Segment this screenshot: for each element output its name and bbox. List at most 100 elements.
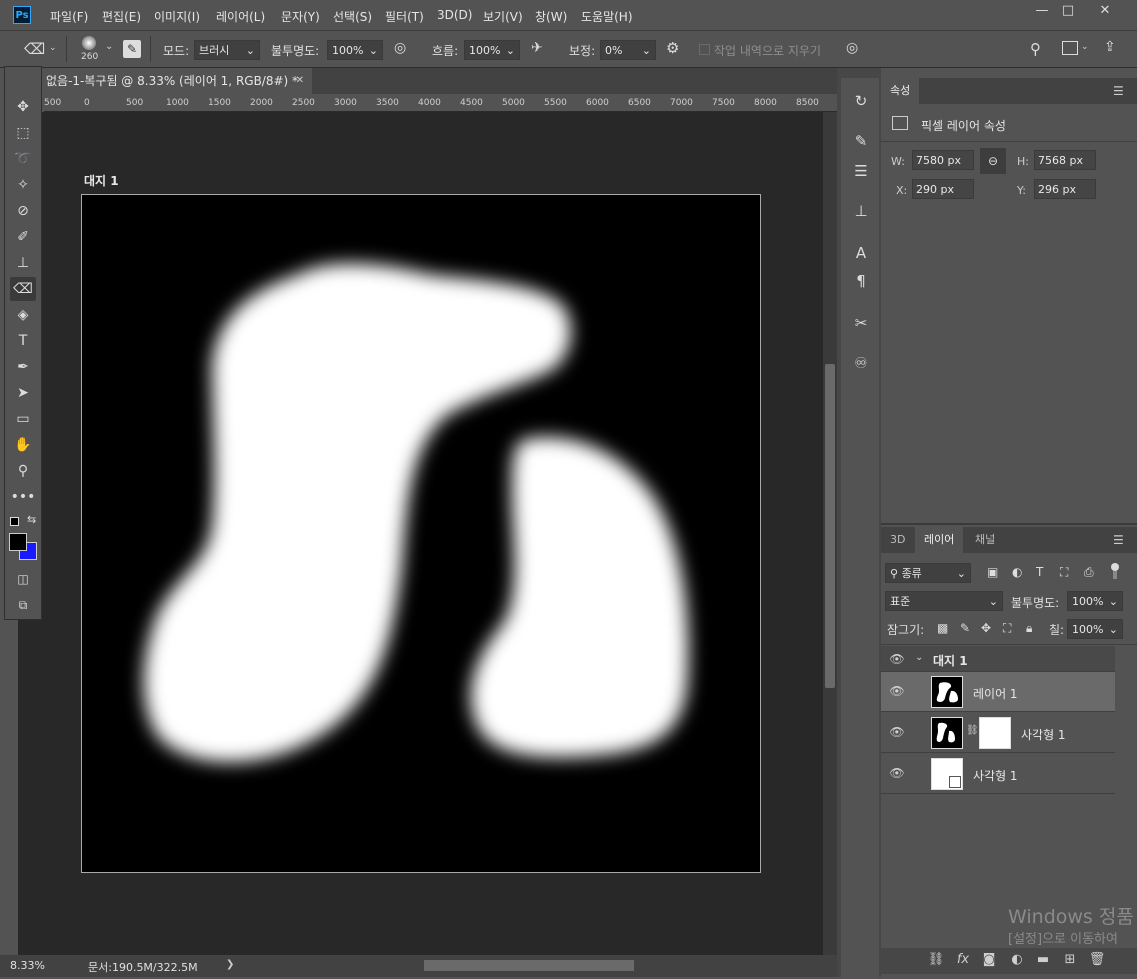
horizontal-scroll-thumb[interactable] <box>424 960 634 971</box>
menu-view[interactable]: 보기(V) <box>483 8 523 25</box>
airbrush-icon[interactable]: ✈ <box>531 40 549 58</box>
brush-tool-icon[interactable]: ✐ <box>10 225 36 249</box>
opacity-field[interactable]: 100% ⌄ <box>327 40 383 60</box>
layer-opacity-field[interactable]: 100% ⌄ <box>1067 591 1123 611</box>
menu-edit[interactable]: 편집(E) <box>102 8 141 25</box>
clone-source-panel-icon[interactable]: ⊥ <box>850 200 872 222</box>
stamp-tool-icon[interactable]: ⊥ <box>10 251 36 275</box>
x-field[interactable]: 290 px <box>912 179 974 199</box>
rectangle-tool-icon[interactable]: ▭ <box>10 407 36 431</box>
chevron-down-icon[interactable]: ⌄ <box>49 43 57 53</box>
filter-pixel-icon[interactable]: ▣ <box>987 565 998 579</box>
menu-select[interactable]: 선택(S) <box>333 8 372 25</box>
vertical-scroll-thumb[interactable] <box>825 364 835 688</box>
zoom-level[interactable]: 8.33% <box>10 959 45 972</box>
menu-3d[interactable]: 3D(D) <box>437 8 472 22</box>
zoom-tool-icon[interactable]: ⚲ <box>10 459 36 483</box>
lock-transparent-icon[interactable]: ▩ <box>937 621 948 635</box>
new-group-icon[interactable]: ▬ <box>1034 952 1052 968</box>
panel-menu-icon[interactable]: ☰ <box>1113 533 1124 547</box>
layer-row[interactable]: 👁︎ ⛓ 사각형 1 <box>881 713 1115 753</box>
lock-artboard-icon[interactable]: ⛶ <box>1003 621 1011 636</box>
search-icon[interactable]: ⚲ <box>1030 40 1048 58</box>
menu-help[interactable]: 도움말(H) <box>581 8 633 25</box>
menu-type[interactable]: 문자(Y) <box>281 8 320 25</box>
adjustment-layer-icon[interactable]: ◐ <box>1008 952 1026 968</box>
layer-row-selected[interactable]: 👁︎ 레이어 1 <box>881 672 1115 712</box>
close-tab-icon[interactable]: ✕ <box>296 68 304 94</box>
trash-icon[interactable]: 🗑︎ <box>1088 952 1106 968</box>
visibility-eye-icon[interactable]: 👁︎ <box>889 684 905 698</box>
blend-mode-dropdown[interactable]: 표준 ⌄ <box>885 591 1003 611</box>
lock-position-icon[interactable]: ✥ <box>981 621 991 635</box>
gear-icon[interactable]: ⚙ <box>666 39 684 57</box>
layer-row[interactable]: 👁︎ 사각형 1 <box>881 754 1115 794</box>
tab-layers[interactable]: 레이어 <box>915 527 964 553</box>
menu-layer[interactable]: 레이어(L) <box>216 8 265 25</box>
close-button[interactable]: ✕ <box>1090 2 1120 20</box>
fx-icon[interactable]: fx <box>954 952 972 968</box>
more-tools-icon[interactable]: ••• <box>10 485 36 509</box>
move-tool-icon[interactable]: ✥ <box>10 95 36 119</box>
default-colors-icon[interactable] <box>10 517 19 526</box>
document-tab[interactable]: 없음-1-복구됨 @ 8.33% (레이어 1, RGB/8#) * ✕ <box>44 68 312 94</box>
link-layers-icon[interactable]: ⛓ <box>927 952 945 968</box>
add-mask-icon[interactable]: ◙ <box>980 952 998 968</box>
eraser-preset-icon[interactable]: ⌫ <box>24 40 46 58</box>
swap-colors-icon[interactable]: ⇆ <box>27 513 36 526</box>
tool-presets-panel-icon[interactable]: ✂ <box>850 312 872 334</box>
link-icon[interactable]: ⊖ <box>980 148 1006 174</box>
tab-channels[interactable]: 채널 <box>966 527 1004 553</box>
workspace-icon[interactable] <box>1062 41 1078 55</box>
chain-link-icon[interactable]: ⛓ <box>966 725 979 736</box>
pressure-opacity-icon[interactable]: ◎ <box>394 40 412 58</box>
maximize-button[interactable]: □ <box>1053 2 1083 20</box>
filter-smart-object-icon[interactable]: ⎙ <box>1084 565 1094 580</box>
foreground-color-swatch[interactable] <box>9 533 27 551</box>
vertical-scrollbar[interactable] <box>823 112 837 955</box>
menu-file[interactable]: 파일(F) <box>50 8 88 25</box>
panel-menu-icon[interactable]: ☰ <box>1113 84 1124 98</box>
paragraph-panel-icon[interactable]: ¶ <box>850 270 872 292</box>
quick-mask-icon[interactable]: ◫ <box>10 567 36 591</box>
filter-shape-icon[interactable]: ⛶ <box>1060 565 1068 580</box>
tab-3d[interactable]: 3D <box>881 527 914 553</box>
y-field[interactable]: 296 px <box>1034 179 1096 199</box>
pressure-size-icon[interactable]: ◎ <box>846 40 864 58</box>
libraries-panel-icon[interactable]: ♾ <box>850 352 872 374</box>
fill-field[interactable]: 100% ⌄ <box>1067 619 1123 639</box>
layer-filter-dropdown[interactable]: ⚲ 종류 ⌄ <box>885 563 971 583</box>
type-tool-icon[interactable]: T <box>10 329 36 353</box>
pen-tool-icon[interactable]: ✒ <box>10 355 36 379</box>
menu-filter[interactable]: 필터(T) <box>385 8 424 25</box>
screen-mode-icon[interactable]: ⧉ <box>10 593 36 617</box>
status-menu-arrow[interactable]: ❯ <box>226 959 234 970</box>
erase-history-checkbox[interactable] <box>699 44 710 55</box>
document-size[interactable]: 문서:190.5M/322.5M <box>88 959 198 975</box>
flow-field[interactable]: 100% ⌄ <box>464 40 520 60</box>
marquee-tool-icon[interactable]: ⬚ <box>10 121 36 145</box>
menu-image[interactable]: 이미지(I) <box>154 8 200 25</box>
visibility-eye-icon[interactable]: 👁︎ <box>889 766 905 780</box>
chevron-down-icon[interactable]: ⌄ <box>105 41 113 52</box>
character-panel-icon[interactable]: A <box>850 242 872 264</box>
chevron-down-icon[interactable]: ⌄ <box>915 652 923 663</box>
path-selection-tool-icon[interactable]: ➤ <box>10 381 36 405</box>
lock-image-icon[interactable]: ✎ <box>960 621 970 635</box>
lasso-tool-icon[interactable]: ➰ <box>10 147 36 171</box>
smoothing-field[interactable]: 0% ⌄ <box>600 40 656 60</box>
brush-settings-panel-icon[interactable]: ✎ <box>850 130 872 152</box>
visibility-eye-icon[interactable]: 👁︎ <box>889 652 905 666</box>
layer-mask-thumbnail[interactable] <box>979 717 1011 749</box>
filter-adjustment-icon[interactable]: ◐ <box>1012 565 1022 579</box>
magic-wand-tool-icon[interactable]: ✧ <box>10 173 36 197</box>
mode-dropdown[interactable]: 브러시 ⌄ <box>194 40 260 60</box>
hand-tool-icon[interactable]: ✋ <box>10 433 36 457</box>
brush-settings-icon[interactable]: ✎ <box>123 40 141 58</box>
height-field[interactable]: 7568 px <box>1034 150 1096 170</box>
adjustments-panel-icon[interactable]: ☰ <box>850 160 872 182</box>
artboard-canvas[interactable] <box>81 194 761 873</box>
share-icon[interactable]: ⇪ <box>1104 39 1122 57</box>
layer-group-row[interactable]: 👁︎ ⌄ 대지 1 <box>881 646 1115 672</box>
new-layer-icon[interactable]: ⊞ <box>1061 952 1079 968</box>
